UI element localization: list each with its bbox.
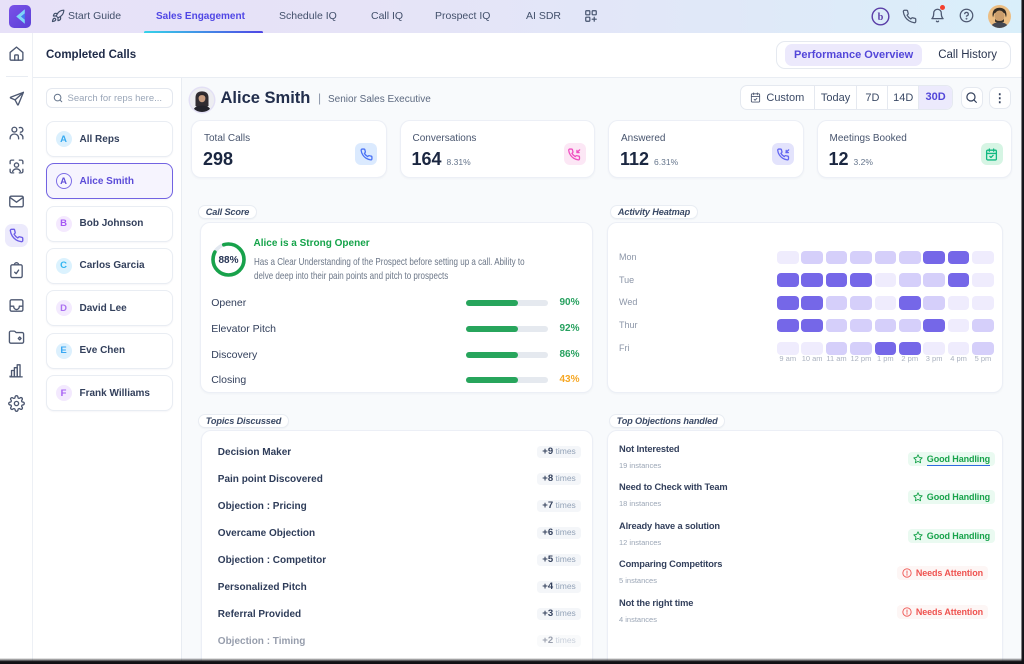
svg-text:88%: 88% — [218, 255, 238, 266]
svg-text:b: b — [878, 12, 884, 23]
